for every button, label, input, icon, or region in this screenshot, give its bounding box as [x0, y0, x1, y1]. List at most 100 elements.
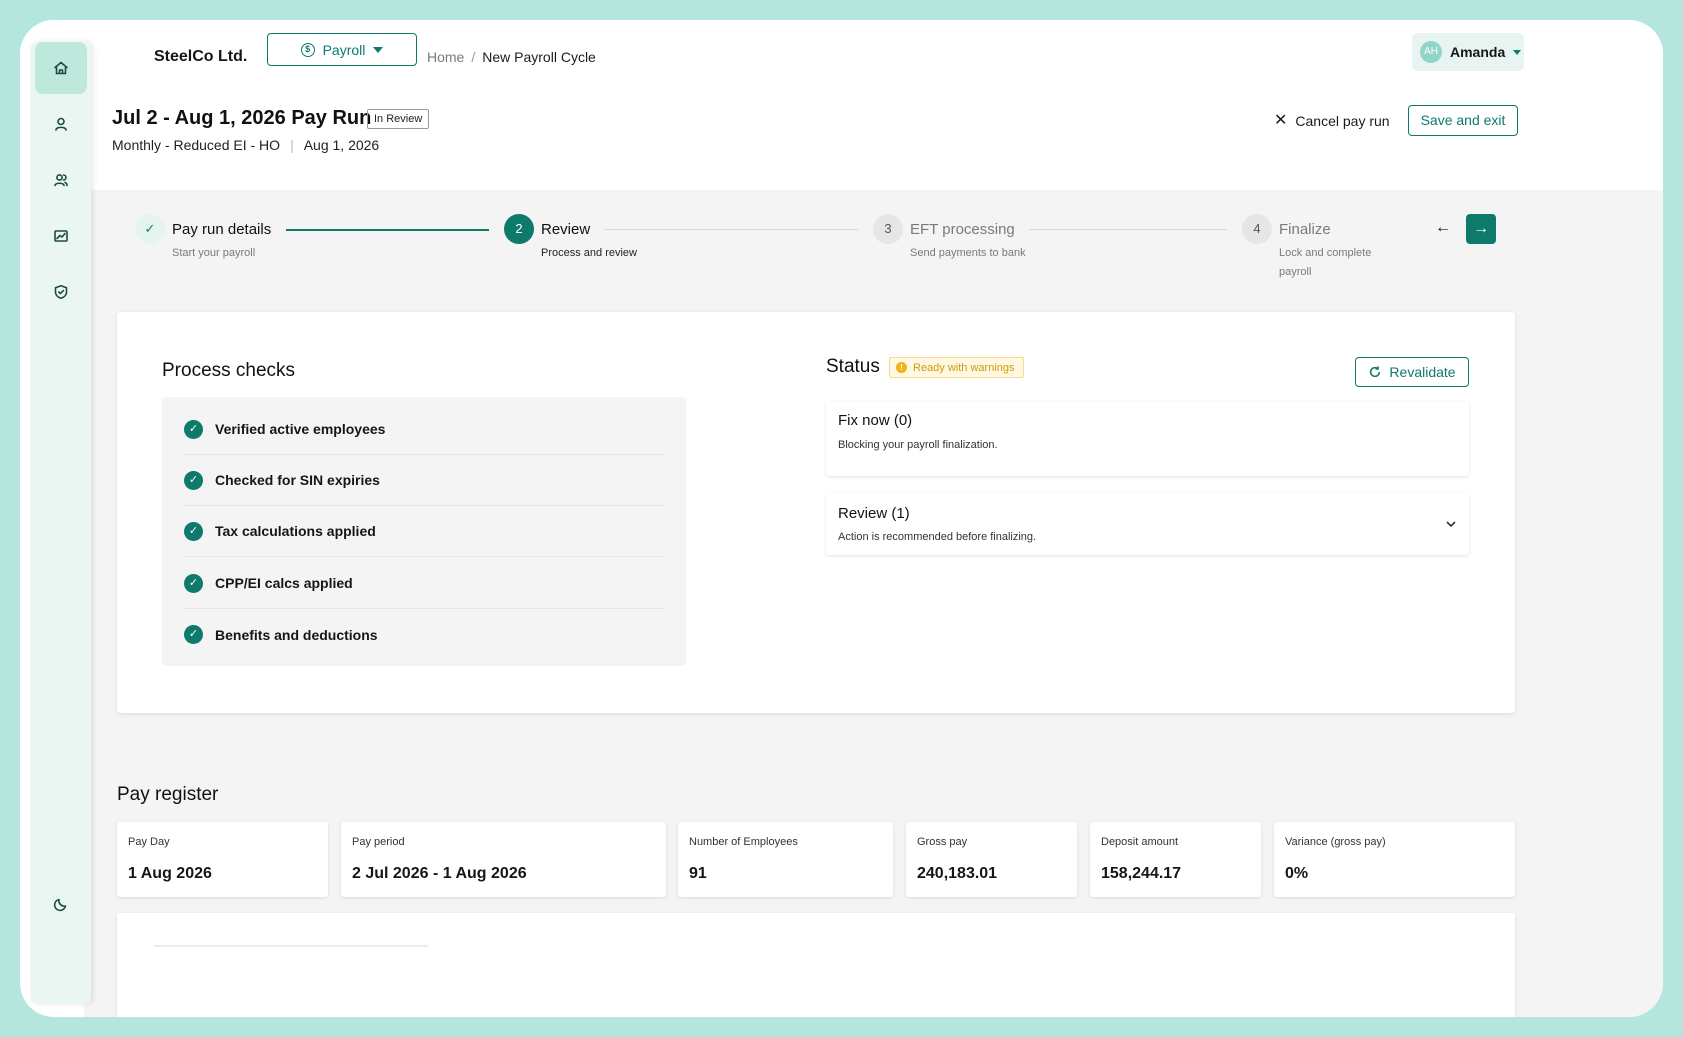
- page-title: Jul 2 - Aug 1, 2026 Pay Run: [112, 107, 372, 129]
- step-2-title: Review: [541, 221, 591, 238]
- cancel-pay-run-button[interactable]: ✕ Cancel pay run: [1274, 110, 1390, 132]
- sidebar: [31, 42, 91, 1004]
- step-connector-2: [604, 229, 858, 230]
- list-item: ✓ Verified active employees: [184, 404, 664, 455]
- step-1-subtitle: Start your payroll: [172, 247, 256, 259]
- check-label: Checked for SIN expiries: [215, 472, 380, 488]
- stat-card-gross-pay: Gross pay 240,183.01: [906, 822, 1077, 897]
- stat-card-deposit-amount: Deposit amount 158,244.17: [1090, 822, 1261, 897]
- check-label: Tax calculations applied: [215, 523, 376, 539]
- breadcrumb-home-link[interactable]: Home: [427, 49, 464, 65]
- next-step-button[interactable]: →: [1466, 214, 1496, 244]
- module-select[interactable]: $ Payroll: [267, 33, 417, 66]
- step-connector-3: [1029, 229, 1227, 230]
- cancel-pay-run-label: Cancel pay run: [1295, 113, 1390, 129]
- list-item: ✓ CPP/EI calcs applied: [184, 558, 664, 609]
- theme-toggle-button[interactable]: [35, 878, 87, 930]
- user-name: Amanda: [1450, 44, 1506, 60]
- review-panel[interactable]: Review (1) Action is recommended before …: [826, 493, 1469, 555]
- breadcrumb-separator: /: [471, 49, 476, 65]
- check-circle-icon: ✓: [184, 625, 203, 644]
- company-name: SteelCo Ltd.: [154, 48, 248, 65]
- stat-card-pay-day: Pay Day 1 Aug 2026: [117, 822, 328, 897]
- shield-icon: [54, 285, 68, 300]
- list-item: ✓ Tax calculations applied: [184, 506, 664, 557]
- pay-register-table-card: [117, 913, 1515, 1017]
- avatar: AH: [1420, 41, 1442, 63]
- status-heading: Status: [826, 356, 880, 377]
- check-label: Benefits and deductions: [215, 626, 378, 643]
- previous-step-button[interactable]: ←: [1431, 216, 1455, 240]
- user-menu[interactable]: AH Amanda: [1412, 33, 1524, 71]
- warning-badge: ! Ready with warnings: [889, 357, 1024, 378]
- arrow-left-icon: ←: [1435, 219, 1451, 236]
- chart-icon: [54, 230, 68, 242]
- step-4-indicator[interactable]: 4: [1242, 214, 1272, 244]
- stat-card-variance: Variance (gross pay) 0%: [1274, 822, 1515, 897]
- app-window: SteelCo Ltd. $ Payroll Home / New Payroll …: [20, 20, 1663, 1017]
- stat-value: 1 Aug 2026: [128, 865, 212, 882]
- step-3-title: EFT processing: [910, 221, 1015, 238]
- user-icon: [55, 117, 67, 131]
- sidebar-item-security[interactable]: [35, 266, 87, 318]
- check-icon: ✓: [144, 221, 156, 236]
- stat-label: Pay Day: [128, 836, 170, 848]
- payrun-subtitle: Monthly - Reduced EI - HO | Aug 1, 2026: [112, 137, 379, 153]
- moon-icon: [53, 898, 67, 912]
- dollar-circle-icon: $: [300, 42, 315, 57]
- step-3-indicator[interactable]: 3: [873, 214, 903, 244]
- check-label: Verified active employees: [215, 421, 386, 437]
- process-checks-heading: Process checks: [162, 360, 296, 381]
- stat-value: 158,244.17: [1101, 865, 1182, 882]
- stat-label: Pay period: [352, 836, 405, 848]
- stat-label: Deposit amount: [1101, 836, 1179, 848]
- pay-register-heading: Pay register: [117, 784, 219, 805]
- chevron-down-icon[interactable]: [1445, 517, 1457, 529]
- warning-badge-label: Ready with warnings: [913, 361, 1015, 374]
- arrow-right-icon: →: [1473, 220, 1489, 237]
- step-1-indicator[interactable]: ✓: [135, 214, 165, 244]
- revalidate-label: Revalidate: [1389, 364, 1456, 380]
- refresh-icon: [1370, 366, 1381, 378]
- fix-now-title: Fix now (0): [838, 412, 913, 429]
- review-description: Action is recommended before finalizing.: [838, 531, 1037, 543]
- step-2-indicator[interactable]: 2: [504, 214, 534, 244]
- payrun-date: Aug 1, 2026: [303, 137, 380, 153]
- check-circle-icon: ✓: [184, 521, 203, 541]
- sidebar-item-employee[interactable]: [35, 98, 87, 150]
- fix-now-panel: Fix now (0) Blocking your payroll finali…: [826, 401, 1469, 476]
- check-circle-icon: ✓: [184, 470, 203, 490]
- list-item: ✓ Checked for SIN expiries: [184, 455, 664, 506]
- caret-down-icon: [1513, 49, 1522, 55]
- check-circle-icon: ✓: [184, 419, 203, 439]
- breadcrumb-current: New Payroll Cycle: [482, 49, 596, 65]
- home-icon: [54, 61, 68, 75]
- stat-card-pay-period: Pay period 2 Jul 2026 - 1 Aug 2026: [341, 822, 666, 897]
- stat-value: 91: [689, 865, 707, 882]
- sidebar-item-team[interactable]: [35, 154, 87, 206]
- fix-now-description: Blocking your payroll finalization.: [838, 439, 998, 451]
- revalidate-button[interactable]: Revalidate: [1355, 357, 1469, 387]
- save-and-exit-button[interactable]: Save and exit: [1408, 105, 1518, 136]
- step-4-subtitle-line2: payroll: [1279, 266, 1312, 278]
- tab-underline: [154, 945, 428, 947]
- warning-icon: !: [896, 362, 907, 373]
- sidebar-item-reports[interactable]: [35, 210, 87, 262]
- subtitle-divider: |: [290, 137, 294, 153]
- stat-value: 2 Jul 2026 - 1 Aug 2026: [352, 865, 527, 882]
- check-circle-icon: ✓: [184, 573, 203, 593]
- caret-down-icon: [373, 46, 384, 53]
- module-select-label: Payroll: [322, 41, 366, 58]
- breadcrumb: Home / New Payroll Cycle: [427, 39, 596, 75]
- sidebar-item-home[interactable]: [35, 42, 87, 94]
- close-icon: ✕: [1274, 112, 1288, 129]
- payrun-schedule: Monthly - Reduced EI - HO: [112, 137, 281, 153]
- step-3-subtitle: Send payments to bank: [910, 247, 1026, 259]
- step-2-subtitle: Process and review: [541, 247, 637, 259]
- stat-label: Gross pay: [917, 836, 968, 848]
- status-badge: In Review: [367, 109, 430, 129]
- step-4-title: Finalize: [1279, 221, 1331, 238]
- step-connector-1: [286, 229, 489, 231]
- stat-value: 0%: [1285, 865, 1309, 882]
- stat-value: 240,183.01: [917, 865, 998, 882]
